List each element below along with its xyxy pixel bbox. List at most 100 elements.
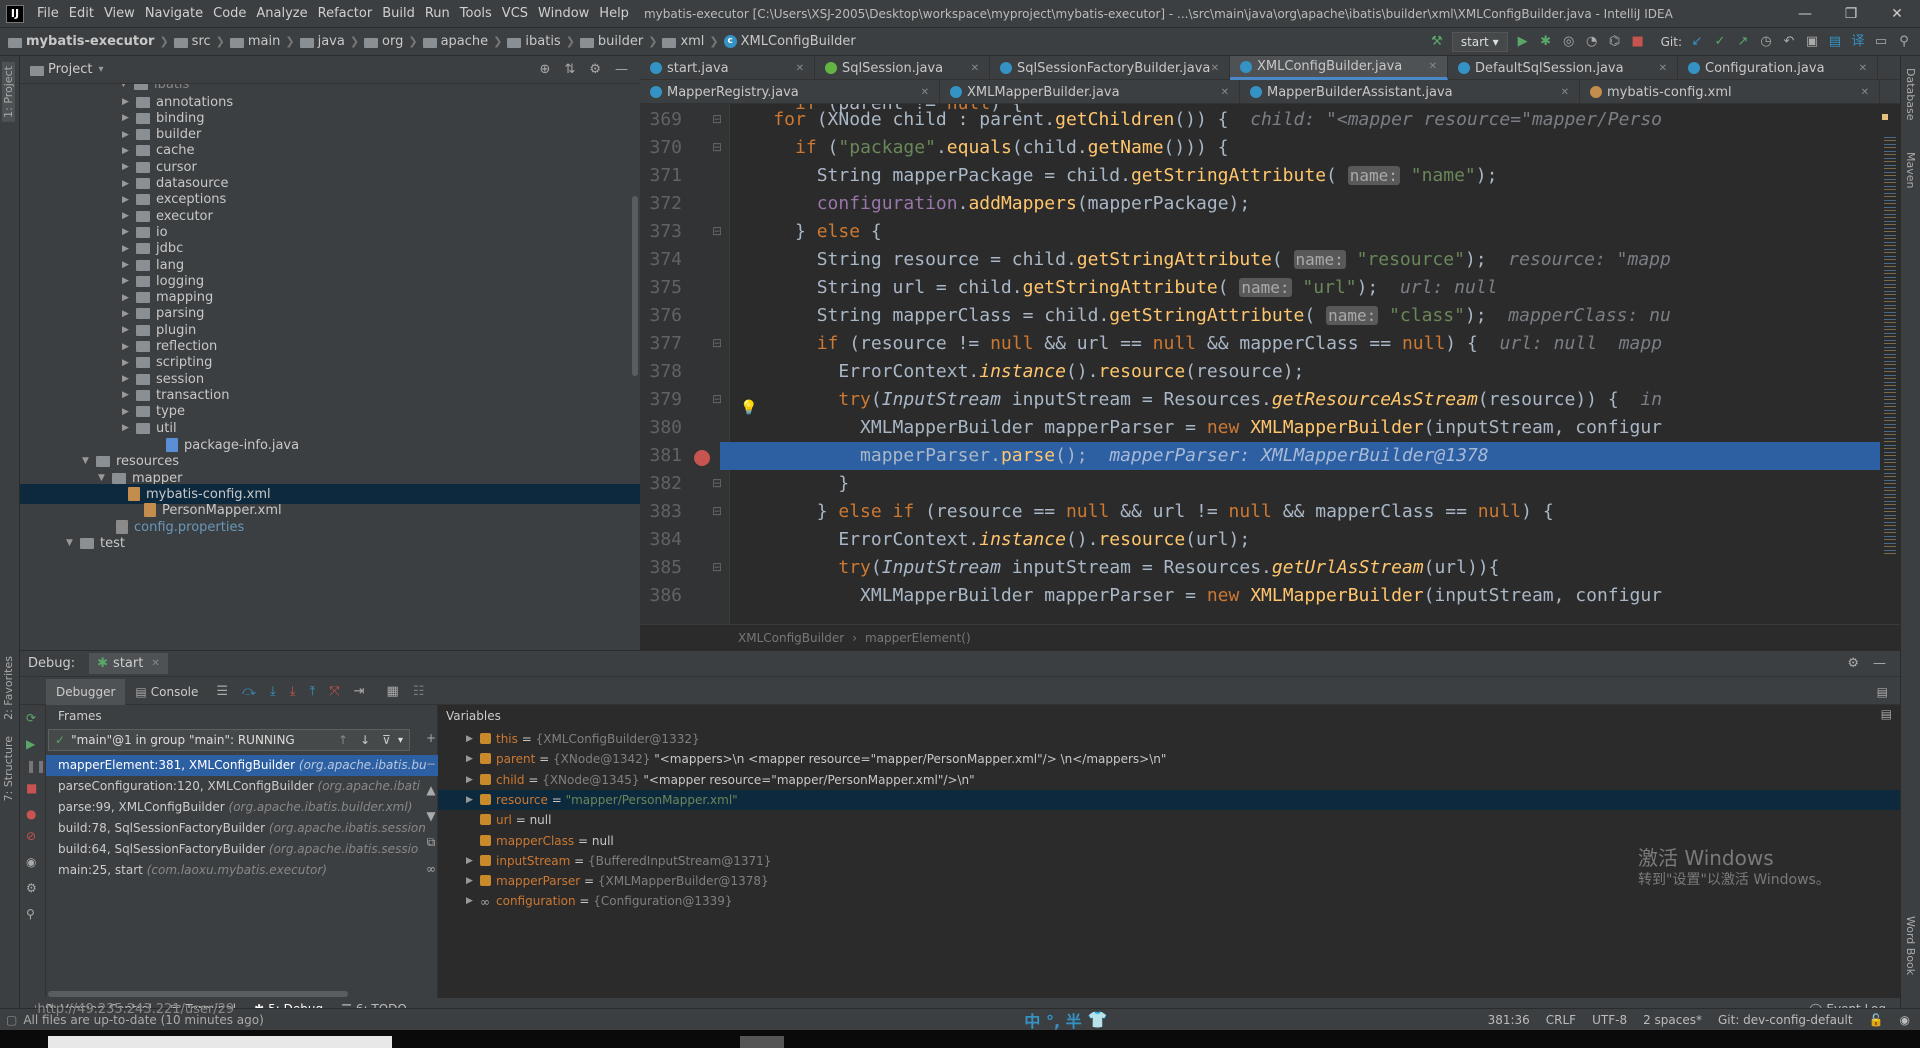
- breadcrumb-item[interactable]: mybatis-executor: [8, 34, 154, 49]
- breadcrumb-item[interactable]: ❯ c XMLConfigBuilder: [704, 34, 855, 49]
- drop-frame-icon[interactable]: ⤧: [329, 684, 339, 699]
- line-number[interactable]: 379: [640, 386, 682, 414]
- menu-window[interactable]: Window: [533, 6, 594, 21]
- step-out-icon[interactable]: ⤒: [309, 684, 315, 699]
- resume-icon[interactable]: ▶: [26, 737, 35, 751]
- close-icon[interactable]: ✕: [1561, 87, 1569, 98]
- git-branch[interactable]: Git: dev-config-default: [1718, 1013, 1853, 1027]
- fold-marker-icon[interactable]: ⊟: [712, 504, 722, 518]
- pause-icon[interactable]: ❚❚: [26, 759, 46, 773]
- fold-marker-icon[interactable]: ⊟: [712, 224, 722, 238]
- editor-tab-defaultsqlsession-java[interactable]: DefaultSqlSession.java ✕: [1448, 56, 1678, 80]
- menu-file[interactable]: File: [32, 6, 64, 21]
- variable-row[interactable]: ▶ ∞ configuration = {Configuration@1339}: [438, 891, 1900, 911]
- git-commit-icon[interactable]: ✓: [1712, 34, 1728, 50]
- arrow-down-icon[interactable]: ↓: [360, 733, 370, 747]
- line-number[interactable]: 376: [640, 302, 682, 330]
- menu-run[interactable]: Run: [420, 6, 455, 21]
- stack-frame[interactable]: build:78, SqlSessionFactoryBuilder (org.…: [46, 818, 438, 839]
- presentation-icon[interactable]: ▭: [1873, 34, 1889, 50]
- expand-arrow-icon[interactable]: ▶: [122, 358, 136, 368]
- taskbar-app[interactable]: [740, 1036, 784, 1048]
- line-number[interactable]: 380: [640, 414, 682, 442]
- line-separator[interactable]: CRLF: [1546, 1013, 1576, 1027]
- database-tool-tab[interactable]: Database: [1904, 68, 1917, 121]
- locate-icon[interactable]: ⊕: [540, 62, 551, 77]
- editor-tab-start-java[interactable]: start.java ✕: [640, 56, 815, 80]
- variable-row[interactable]: url = null: [438, 810, 1900, 830]
- view-breakpoints-icon[interactable]: ●: [26, 807, 36, 821]
- step-over-icon[interactable]: ⤼: [242, 684, 256, 699]
- trace-icon[interactable]: ☷: [413, 684, 425, 699]
- variable-row[interactable]: ▶ resource = "mapper/PersonMapper.xml": [438, 789, 1900, 810]
- breakpoint-icon[interactable]: [694, 450, 710, 466]
- stop-icon[interactable]: ■: [26, 781, 37, 795]
- force-step-into-icon[interactable]: ⤓: [290, 684, 296, 699]
- expand-arrow-icon[interactable]: ▼: [98, 473, 112, 483]
- breadcrumb-item[interactable]: ❯ xml: [643, 34, 704, 49]
- filter-icon[interactable]: ⊽: [382, 733, 391, 747]
- variable-row[interactable]: ▶ child = {XNode@1345} "<mapper resource=…: [438, 770, 1900, 790]
- run-config-select[interactable]: start ▾: [1451, 31, 1508, 52]
- structure-tool-tab[interactable]: 7: Structure: [2, 736, 15, 801]
- stack-frame[interactable]: mapperElement:381, XMLConfigBuilder (org…: [46, 755, 438, 776]
- close-icon[interactable]: ✕: [971, 63, 979, 74]
- expand-arrow-icon[interactable]: ▶: [466, 749, 473, 769]
- caret-position[interactable]: 381:36: [1488, 1013, 1530, 1027]
- editor-tab-mapperregistry-java[interactable]: MapperRegistry.java ✕: [640, 80, 940, 104]
- status-url[interactable]: http://49.235.243.221/user/29: [37, 1002, 234, 1017]
- fold-marker-icon[interactable]: ⊟: [712, 140, 722, 154]
- menu-tools[interactable]: Tools: [455, 6, 497, 21]
- show-execution-point-icon[interactable]: ☰: [216, 684, 228, 699]
- tree-row-config-properties[interactable]: config.properties: [116, 517, 244, 537]
- git-push-icon[interactable]: ↗: [1735, 34, 1751, 50]
- pin-icon[interactable]: ⚲: [26, 907, 35, 921]
- stack-frame[interactable]: build:64, SqlSessionFactoryBuilder (org.…: [46, 839, 438, 860]
- breadcrumb-item[interactable]: ❯ apache: [403, 34, 488, 49]
- menu-refactor[interactable]: Refactor: [313, 6, 378, 21]
- line-number[interactable]: 384: [640, 526, 682, 554]
- editor-tab-mybatis-config-xml[interactable]: mybatis-config.xml ✕: [1580, 80, 1880, 104]
- ime-indicator[interactable]: 中 °, 半 👕: [1024, 1008, 1107, 1032]
- git-update-icon[interactable]: ↙: [1689, 34, 1705, 50]
- expand-arrow-icon[interactable]: ▶: [122, 342, 136, 352]
- expand-arrow-icon[interactable]: ▶: [122, 407, 136, 417]
- fold-marker-icon[interactable]: ⊟: [712, 112, 722, 126]
- gear-icon[interactable]: ⚙: [1847, 656, 1859, 671]
- menu-navigate[interactable]: Navigate: [140, 6, 208, 21]
- file-encoding[interactable]: UTF-8: [1592, 1013, 1627, 1027]
- close-icon[interactable]: ✕: [151, 658, 159, 669]
- rollback-icon[interactable]: ↶: [1781, 34, 1797, 50]
- history-icon[interactable]: ◷: [1758, 34, 1774, 50]
- taskbar-search-box[interactable]: [48, 1036, 392, 1048]
- breadcrumb-item[interactable]: ❯ ibatis: [488, 34, 561, 49]
- editor-tab-sqlsession-java[interactable]: SqlSession.java ✕: [815, 56, 990, 80]
- expand-arrow-icon[interactable]: ▶: [122, 162, 136, 172]
- collapse-icon[interactable]: ⇅: [564, 62, 575, 77]
- expand-arrow-icon[interactable]: ▶: [466, 770, 473, 790]
- expand-arrow-icon[interactable]: ▶: [122, 130, 136, 140]
- line-number[interactable]: 370: [640, 134, 682, 162]
- editor-minimap[interactable]: [1880, 104, 1900, 624]
- menu-build[interactable]: Build: [377, 6, 420, 21]
- expand-arrow-icon[interactable]: ▼: [66, 538, 80, 548]
- stack-frame[interactable]: parseConfiguration:120, XMLConfigBuilder…: [46, 776, 438, 797]
- debug-icon[interactable]: ✱: [1538, 34, 1554, 50]
- expand-arrow-icon[interactable]: ▶: [466, 891, 473, 911]
- breadcrumb-class[interactable]: XMLConfigBuilder: [738, 631, 844, 645]
- expand-arrow-icon[interactable]: ▶: [122, 293, 136, 303]
- editor-tab-sqlsessionfactorybuilder-java[interactable]: SqlSessionFactoryBuilder.java ✕: [990, 56, 1230, 80]
- debug-session-tab[interactable]: ✱ start ✕: [89, 653, 168, 674]
- build-hammer-icon[interactable]: ⚒: [1429, 34, 1445, 50]
- expand-arrow-icon[interactable]: ▶: [122, 276, 136, 286]
- translate-icon[interactable]: 译: [1850, 34, 1866, 50]
- breadcrumb-item[interactable]: ❯ org: [345, 34, 404, 49]
- tab-debugger[interactable]: Debugger: [46, 678, 126, 705]
- project-structure-icon[interactable]: ▣: [1804, 34, 1820, 50]
- chevron-down-icon[interactable]: ▾: [98, 64, 103, 75]
- breadcrumb-method[interactable]: mapperElement(): [865, 631, 971, 645]
- arrow-up-icon[interactable]: ↑: [338, 733, 348, 747]
- close-icon[interactable]: ✕: [1859, 63, 1867, 74]
- expand-arrow-icon[interactable]: ▶: [466, 729, 473, 749]
- new-watch-icon[interactable]: +: [426, 731, 436, 745]
